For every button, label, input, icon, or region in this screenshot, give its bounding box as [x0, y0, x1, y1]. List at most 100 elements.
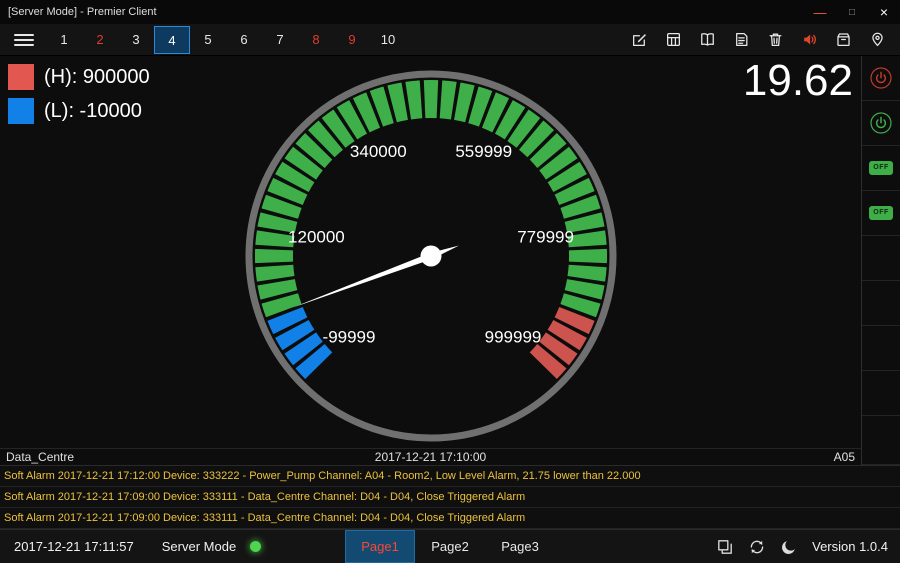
side-button-power-green[interactable]: [862, 101, 900, 146]
minimize-button[interactable]: —: [804, 0, 836, 24]
close-button[interactable]: ×: [868, 0, 900, 24]
theme-icon[interactable]: [780, 538, 798, 556]
gauge-segment: [572, 186, 577, 198]
toolbar: 12345678910: [0, 24, 900, 56]
page-button-7[interactable]: 7: [262, 26, 298, 54]
gauge-segment: [408, 99, 421, 100]
legend-label: (H): 900000: [44, 66, 150, 89]
gauge-segment: [274, 233, 275, 246]
gauge-tick-label: 340000: [350, 142, 407, 161]
gauge-segment: [276, 217, 279, 230]
gauge-timestamp: 2017-12-21 17:10:00: [0, 450, 861, 464]
gauge-value-readout: 19.62: [743, 58, 853, 104]
gauge-segment: [347, 117, 358, 124]
speaker-icon[interactable]: [801, 31, 818, 48]
gauge-segment: [285, 186, 290, 198]
location-icon[interactable]: [869, 31, 886, 48]
gauge-segment: [489, 110, 501, 115]
status-indicator-dot: [250, 541, 261, 552]
window-title: [Server Mode] - Premier Client: [8, 6, 157, 18]
legend-item: (L): -10000: [8, 98, 150, 124]
gauge-segment: [531, 135, 541, 144]
page-button-1[interactable]: 1: [46, 26, 82, 54]
legend-swatch: [8, 64, 34, 90]
alarm-row[interactable]: Soft Alarm 2017-12-21 17:09:00 Device: 3…: [0, 508, 900, 529]
alarm-row[interactable]: Soft Alarm 2017-12-21 17:09:00 Device: 3…: [0, 487, 900, 508]
gauge-segment: [292, 329, 299, 340]
page-button-6[interactable]: 6: [226, 26, 262, 54]
page-button-5[interactable]: 5: [190, 26, 226, 54]
pages-icon[interactable]: [716, 538, 734, 556]
trash-icon[interactable]: [767, 31, 784, 48]
gauge-legend: (H): 900000 (L): -10000: [8, 64, 150, 132]
gauge-segment: [376, 105, 388, 109]
side-button-power-red[interactable]: [862, 56, 900, 101]
gauge-segment: [504, 117, 515, 124]
menu-icon[interactable]: [14, 34, 34, 46]
side-button-toggle-off-1[interactable]: OFF: [862, 146, 900, 191]
gauge-segment: [583, 217, 586, 230]
off-toggle-icon: OFF: [869, 161, 893, 175]
gauge-segment: [578, 298, 582, 310]
gauge-tick-label: 999999: [485, 327, 542, 346]
gauge-segment: [586, 266, 587, 279]
tab-page1[interactable]: Page1: [345, 530, 415, 563]
gauge-segment: [274, 266, 275, 279]
statusbar: 2017-12-21 17:11:57 Server Mode Page1Pag…: [0, 529, 900, 563]
maximize-button[interactable]: □: [836, 0, 868, 24]
page-button-8[interactable]: 8: [298, 26, 334, 54]
page-button-9[interactable]: 9: [334, 26, 370, 54]
gauge-segment: [300, 343, 308, 353]
archive-icon[interactable]: [835, 31, 852, 48]
gauge-segment: [543, 146, 552, 156]
gauge-segment: [276, 282, 279, 295]
gauge-segment: [280, 201, 284, 213]
off-toggle-icon: OFF: [869, 206, 893, 220]
gauge-area: (H): 900000(L): -10000 19.62 -9999912000…: [0, 56, 862, 465]
gauge-segment: [392, 101, 405, 104]
gauge-segment: [280, 298, 284, 310]
gauge-segment: [321, 135, 331, 144]
page-button-2[interactable]: 2: [82, 26, 118, 54]
gauge-segment: [300, 159, 308, 169]
gauge-segment: [441, 99, 454, 100]
gauge-segment: [361, 110, 373, 115]
titlebar: [Server Mode] - Premier Client — □ ×: [0, 0, 900, 24]
gauge-footer: Data_Centre 2017-12-21 17:10:00 A05: [0, 448, 861, 465]
gauge-segment: [292, 172, 299, 183]
side-cell-empty: [862, 416, 900, 465]
note-icon[interactable]: [733, 31, 750, 48]
tab-page3[interactable]: Page3: [485, 530, 555, 563]
gauge-segment: [572, 314, 577, 326]
side-cell-empty: [862, 326, 900, 371]
legend-label: (L): -10000: [44, 100, 142, 123]
page-button-10[interactable]: 10: [370, 26, 406, 54]
side-button-toggle-off-2[interactable]: OFF: [862, 191, 900, 236]
status-icons: [716, 538, 798, 556]
gauge-segment: [554, 159, 562, 169]
side-cell-empty: [862, 236, 900, 281]
tab-page2[interactable]: Page2: [415, 530, 485, 563]
page-button-3[interactable]: 3: [118, 26, 154, 54]
alarm-row[interactable]: Soft Alarm 2017-12-21 17:12:00 Device: 3…: [0, 466, 900, 487]
alarm-list: Soft Alarm 2017-12-21 17:12:00 Device: 3…: [0, 465, 900, 529]
gauge-segment: [285, 314, 290, 326]
edit-icon[interactable]: [631, 31, 648, 48]
sync-icon[interactable]: [748, 538, 766, 556]
gauge-tick-label: 779999: [517, 227, 574, 246]
power-icon: [869, 111, 893, 135]
gauge-segment: [564, 329, 571, 340]
gauge-segment: [334, 125, 344, 133]
legend-item: (H): 900000: [8, 64, 150, 90]
gauge-hub: [421, 246, 442, 267]
gauge-segment: [554, 343, 562, 353]
side-cell-empty: [862, 371, 900, 416]
power-icon: [869, 66, 893, 90]
gauge-segment: [457, 101, 470, 104]
side-panel: OFF OFF: [862, 56, 900, 465]
grid-icon[interactable]: [665, 31, 682, 48]
page-buttons: 12345678910: [46, 26, 406, 54]
book-icon[interactable]: [699, 31, 716, 48]
app-window: [Server Mode] - Premier Client — □ × 123…: [0, 0, 900, 563]
page-button-4[interactable]: 4: [154, 26, 190, 54]
